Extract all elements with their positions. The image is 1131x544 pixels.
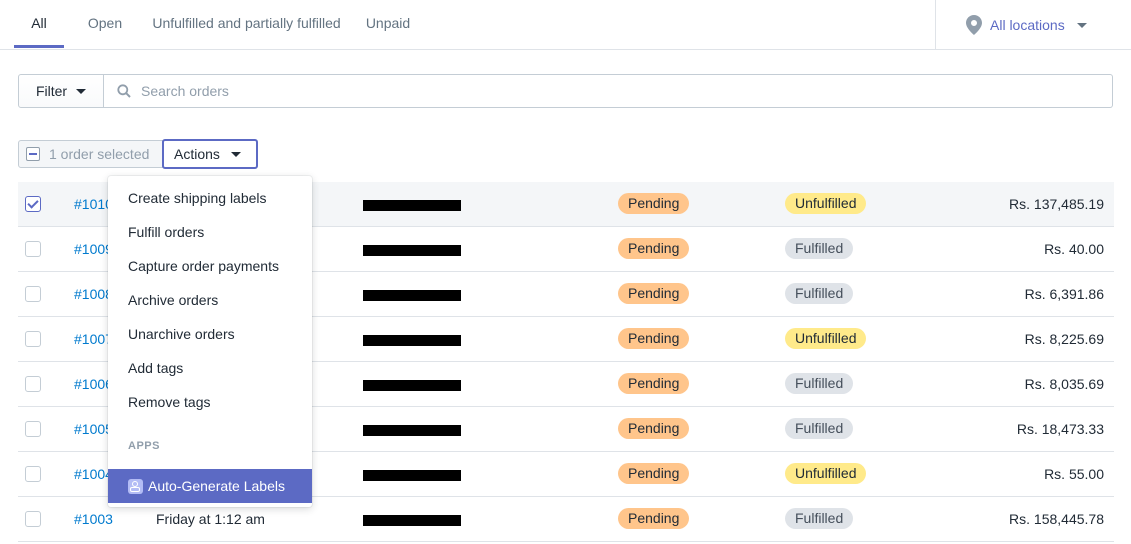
- actions-label: Actions: [174, 146, 220, 162]
- payment-status-badge: Pending: [618, 508, 690, 529]
- row-checkbox[interactable]: [25, 466, 41, 482]
- payment-status-badge: Pending: [618, 328, 690, 349]
- order-total: Rs. 158,445.78: [1009, 511, 1104, 527]
- location-selector[interactable]: All locations: [966, 14, 1087, 36]
- row-checkbox[interactable]: [25, 331, 41, 347]
- menu-item-unarchive-orders[interactable]: Unarchive orders: [108, 317, 312, 351]
- menu-item-archive-orders[interactable]: Archive orders: [108, 283, 312, 317]
- payment-status-badge: Pending: [618, 463, 690, 484]
- tab-open[interactable]: Open: [80, 0, 130, 48]
- caret-down-icon: [76, 88, 87, 94]
- app-icon: [128, 478, 143, 494]
- bulk-selection[interactable]: 1 order selected: [18, 140, 163, 168]
- customer-name-redacted: [363, 515, 461, 526]
- menu-item-remove-tags[interactable]: Remove tags: [108, 385, 312, 419]
- row-checkbox[interactable]: [25, 286, 41, 302]
- select-all-checkbox[interactable]: [26, 147, 40, 161]
- filter-button[interactable]: Filter: [18, 74, 104, 108]
- app-item-label: Auto-Generate Labels: [148, 478, 285, 494]
- menu-item-create-shipping-labels[interactable]: Create shipping labels: [108, 181, 312, 215]
- chevron-down-icon: [1076, 22, 1087, 28]
- order-total: Rs. 55.00: [1044, 466, 1104, 482]
- customer-name-redacted: [363, 200, 461, 211]
- caret-down-icon: [230, 151, 241, 157]
- order-total: Rs. 40.00: [1044, 241, 1104, 257]
- selected-count-text: 1 order selected: [49, 146, 150, 162]
- row-checkbox[interactable]: [25, 376, 41, 392]
- customer-name-redacted: [363, 245, 461, 256]
- menu-item-add-tags[interactable]: Add tags: [108, 351, 312, 385]
- payment-status-badge: Pending: [618, 238, 690, 259]
- fulfillment-status-badge: Fulfilled: [785, 283, 854, 304]
- map-pin-icon: [966, 15, 982, 35]
- menu-item-auto-generate-labels[interactable]: Auto-Generate Labels: [108, 469, 312, 503]
- order-total: Rs. 18,473.33: [1016, 421, 1104, 437]
- search-input[interactable]: [139, 82, 1043, 100]
- customer-name-redacted: [363, 470, 461, 481]
- actions-button[interactable]: Actions: [162, 139, 258, 169]
- actions-menu: Create shipping labels Fulfill orders Ca…: [108, 176, 312, 507]
- customer-name-redacted: [363, 335, 461, 346]
- search-bar: [104, 74, 1113, 108]
- apps-section-label: APPS: [128, 440, 160, 452]
- payment-status-badge: Pending: [618, 193, 690, 214]
- order-tabs: All Open Unfulfilled and partially fulfi…: [0, 0, 1131, 50]
- order-total: Rs. 8,225.69: [1024, 331, 1104, 347]
- payment-status-badge: Pending: [618, 283, 690, 304]
- customer-name-redacted: [363, 425, 461, 436]
- tab-unpaid[interactable]: Unpaid: [359, 0, 417, 48]
- payment-status-badge: Pending: [618, 373, 690, 394]
- fulfillment-status-badge: Unfulfilled: [785, 463, 867, 484]
- menu-item-fulfill-orders[interactable]: Fulfill orders: [108, 215, 312, 249]
- filter-label: Filter: [35, 83, 68, 99]
- customer-name-redacted: [363, 380, 461, 391]
- order-total: Rs. 137,485.19: [1009, 196, 1104, 212]
- location-label: All locations: [990, 17, 1065, 33]
- fulfillment-status-badge: Unfulfilled: [785, 193, 867, 214]
- order-total: Rs. 6,391.86: [1024, 286, 1104, 302]
- customer-name-redacted: [363, 290, 461, 301]
- row-checkbox[interactable]: [25, 241, 41, 257]
- tab-all[interactable]: All: [14, 0, 64, 48]
- menu-item-capture-payments[interactable]: Capture order payments: [108, 249, 312, 283]
- row-checkbox[interactable]: [25, 511, 41, 527]
- fulfillment-status-badge: Fulfilled: [785, 508, 854, 529]
- payment-status-badge: Pending: [618, 418, 690, 439]
- tab-unfulfilled-partially-fulfilled[interactable]: Unfulfilled and partially fulfilled: [140, 0, 353, 48]
- fulfillment-status-badge: Unfulfilled: [785, 328, 867, 349]
- search-icon: [117, 84, 131, 98]
- row-checkbox[interactable]: [25, 196, 41, 212]
- order-total: Rs. 8,035.69: [1024, 376, 1104, 392]
- fulfillment-status-badge: Fulfilled: [785, 418, 854, 439]
- tabs-divider: [935, 0, 936, 49]
- row-checkbox[interactable]: [25, 421, 41, 437]
- fulfillment-status-badge: Fulfilled: [785, 373, 854, 394]
- fulfillment-status-badge: Fulfilled: [785, 238, 854, 259]
